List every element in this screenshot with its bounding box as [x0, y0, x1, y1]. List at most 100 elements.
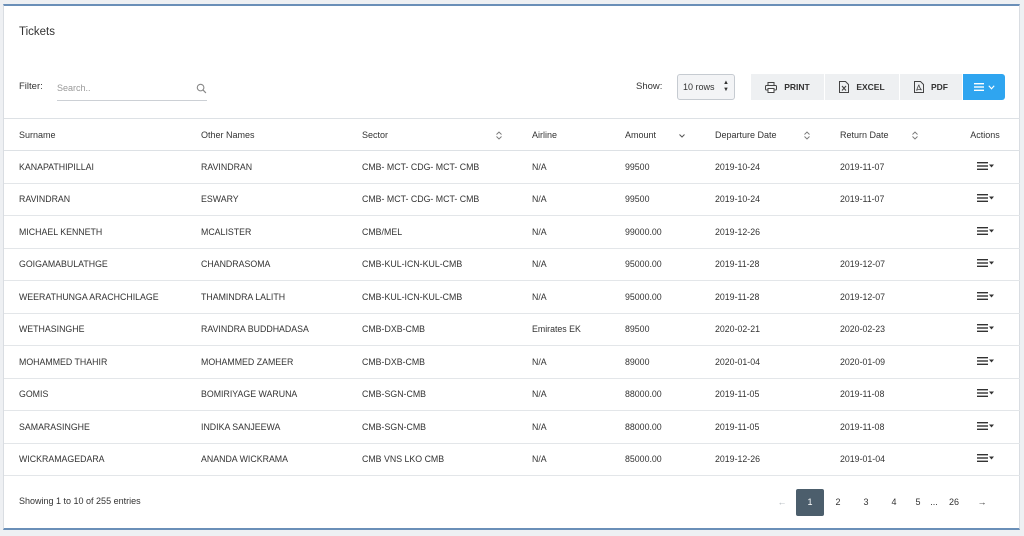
print-label: PRINT — [784, 82, 810, 92]
departure-date-cell: 2020-01-04 — [715, 345, 840, 379]
return-date-cell: 2019-11-07 — [840, 150, 950, 184]
surname-cell: WEERATHUNGA ARACHCHILAGE — [4, 280, 201, 314]
sort-icon[interactable] — [495, 131, 503, 140]
airline-cell: N/A — [532, 345, 625, 379]
col-label: Amount — [625, 129, 657, 140]
table-row[interactable]: GOMIS BOMIRIYAGE WARUNA CMB-SGN-CMB N/A 8800… — [4, 378, 1020, 411]
table-row[interactable]: WEERATHUNGA ARACHCHILAGE THAMINDRA LALITH… — [4, 280, 1020, 314]
page-button-2[interactable]: 2 — [824, 489, 852, 516]
columns-menu-button[interactable] — [963, 74, 1005, 100]
caret-down-icon — [988, 261, 994, 265]
print-button[interactable]: PRINT — [751, 74, 825, 100]
row-actions-button[interactable] — [976, 454, 994, 463]
col-other-names[interactable]: Other Names — [201, 118, 362, 151]
table-row[interactable]: MICHAEL KENNETH MCALISTER CMB/MEL N/A 99000.… — [4, 215, 1020, 249]
caret-down-icon — [988, 424, 994, 428]
col-departure-date[interactable]: Departure Date — [715, 118, 840, 151]
sort-desc-icon[interactable] — [678, 131, 686, 140]
actions-cell — [950, 313, 1020, 346]
sector-cell: CMB- MCT- CDG- MCT- CMB — [362, 183, 532, 216]
caret-down-icon — [988, 164, 994, 168]
table-row[interactable]: SAMARASINGHE INDIKA SANJEEWA CMB-SGN-CMB N/… — [4, 410, 1020, 444]
surname-cell: RAVINDRAN — [4, 183, 201, 216]
pdf-button[interactable]: PDF — [900, 74, 963, 100]
menu-icon — [976, 226, 988, 235]
rows-per-page-select[interactable]: 10 rows ▲ ▼ — [677, 74, 735, 100]
row-actions-button[interactable] — [976, 161, 994, 170]
return-date-cell: 2020-01-09 — [840, 345, 950, 379]
prev-page-button[interactable]: ← — [768, 489, 796, 516]
search-field — [57, 78, 207, 101]
page-button-5[interactable]: 5 — [908, 489, 928, 516]
search-input[interactable] — [57, 78, 187, 98]
row-actions-button[interactable] — [976, 291, 994, 300]
row-actions-button[interactable] — [976, 259, 994, 268]
col-label: Sector — [362, 129, 389, 140]
row-actions-button[interactable] — [976, 389, 994, 398]
page-button-4[interactable]: 4 — [880, 489, 908, 516]
search-icon[interactable] — [196, 83, 207, 94]
next-page-button[interactable]: → — [968, 489, 996, 516]
col-return-date[interactable]: Return Date — [840, 118, 950, 151]
row-actions-button[interactable] — [976, 421, 994, 430]
page-button-last[interactable]: 26 — [940, 489, 968, 516]
caret-down-icon — [988, 326, 994, 330]
table-row[interactable]: WETHASINGHE RAVINDRA BUDDHADASA CMB-DXB-CM… — [4, 313, 1020, 346]
page-button-1[interactable]: 1 — [796, 489, 824, 516]
airline-cell: Emirates EK — [532, 313, 625, 346]
airline-cell: N/A — [532, 248, 625, 281]
amount-cell: 95000.00 — [625, 280, 715, 314]
table-row[interactable]: WICKRAMAGEDARA ANANDA WICKRAMA CMB VNS LKO… — [4, 443, 1020, 476]
col-label: Return Date — [840, 129, 889, 140]
actions-cell — [950, 248, 1020, 281]
pagination-ellipsis: ... — [930, 497, 938, 507]
departure-date-cell: 2019-11-28 — [715, 280, 840, 314]
col-label: Actions — [970, 129, 1000, 140]
airline-cell: N/A — [532, 150, 625, 184]
col-label: Surname — [19, 129, 56, 140]
tickets-panel: Tickets Filter: Show: 10 rows ▲▼ PRINT E… — [3, 4, 1020, 530]
caret-down-icon — [988, 391, 994, 395]
col-airline[interactable]: Airline — [532, 118, 625, 151]
airline-cell: N/A — [532, 410, 625, 444]
excel-button[interactable]: EXCEL — [825, 74, 900, 100]
amount-cell: 99000.00 — [625, 215, 715, 249]
pdf-label: PDF — [931, 82, 948, 92]
sector-cell: CMB-SGN-CMB — [362, 410, 532, 444]
menu-icon — [976, 194, 988, 203]
amount-cell: 89500 — [625, 313, 715, 346]
sort-icon[interactable] — [803, 131, 811, 140]
table-row[interactable]: GOIGAMABULATHGE CHANDRASOMA CMB-KUL-ICN-KU… — [4, 248, 1020, 281]
other-names-cell: CHANDRASOMA — [201, 248, 362, 281]
actions-cell — [950, 183, 1020, 216]
actions-cell — [950, 410, 1020, 444]
row-actions-button[interactable] — [976, 324, 994, 333]
menu-icon — [976, 356, 988, 365]
caret-down-icon — [988, 294, 994, 298]
departure-date-cell: 2020-02-21 — [715, 313, 840, 346]
airline-cell: N/A — [532, 183, 625, 216]
col-sector[interactable]: Sector — [362, 118, 532, 151]
col-surname[interactable]: Surname — [4, 118, 201, 151]
page-button-3[interactable]: 3 — [852, 489, 880, 516]
caret-down-icon — [988, 196, 994, 200]
row-actions-button[interactable] — [976, 226, 994, 235]
row-actions-button[interactable] — [976, 194, 994, 203]
amount-cell: 88000.00 — [625, 410, 715, 444]
select-arrows-icon: ▲ ▼ — [723, 80, 729, 93]
surname-cell: KANAPATHIPILLAI — [4, 150, 201, 184]
surname-cell: WETHASINGHE — [4, 313, 201, 346]
surname-cell: WICKRAMAGEDARA — [4, 443, 201, 476]
chevron-down-icon — [987, 84, 995, 90]
menu-icon — [976, 454, 988, 463]
table-row[interactable]: KANAPATHIPILLAI RAVINDRAN CMB- MCT- CDG- M… — [4, 150, 1020, 184]
row-actions-button[interactable] — [976, 356, 994, 365]
col-amount[interactable]: Amount — [625, 118, 715, 151]
pdf-icon — [914, 81, 924, 93]
return-date-cell: 2019-12-07 — [840, 280, 950, 314]
table-body: KANAPATHIPILLAI RAVINDRAN CMB- MCT- CDG- M… — [4, 150, 1020, 476]
table-row[interactable]: MOHAMMED THAHIR MOHAMMED ZAMEER CMB-DXB-CM… — [4, 345, 1020, 379]
sector-cell: CMB-SGN-CMB — [362, 378, 532, 411]
table-row[interactable]: RAVINDRAN ESWARY CMB- MCT- CDG- MCT- CMB N/… — [4, 183, 1020, 216]
sort-icon[interactable] — [911, 131, 919, 140]
